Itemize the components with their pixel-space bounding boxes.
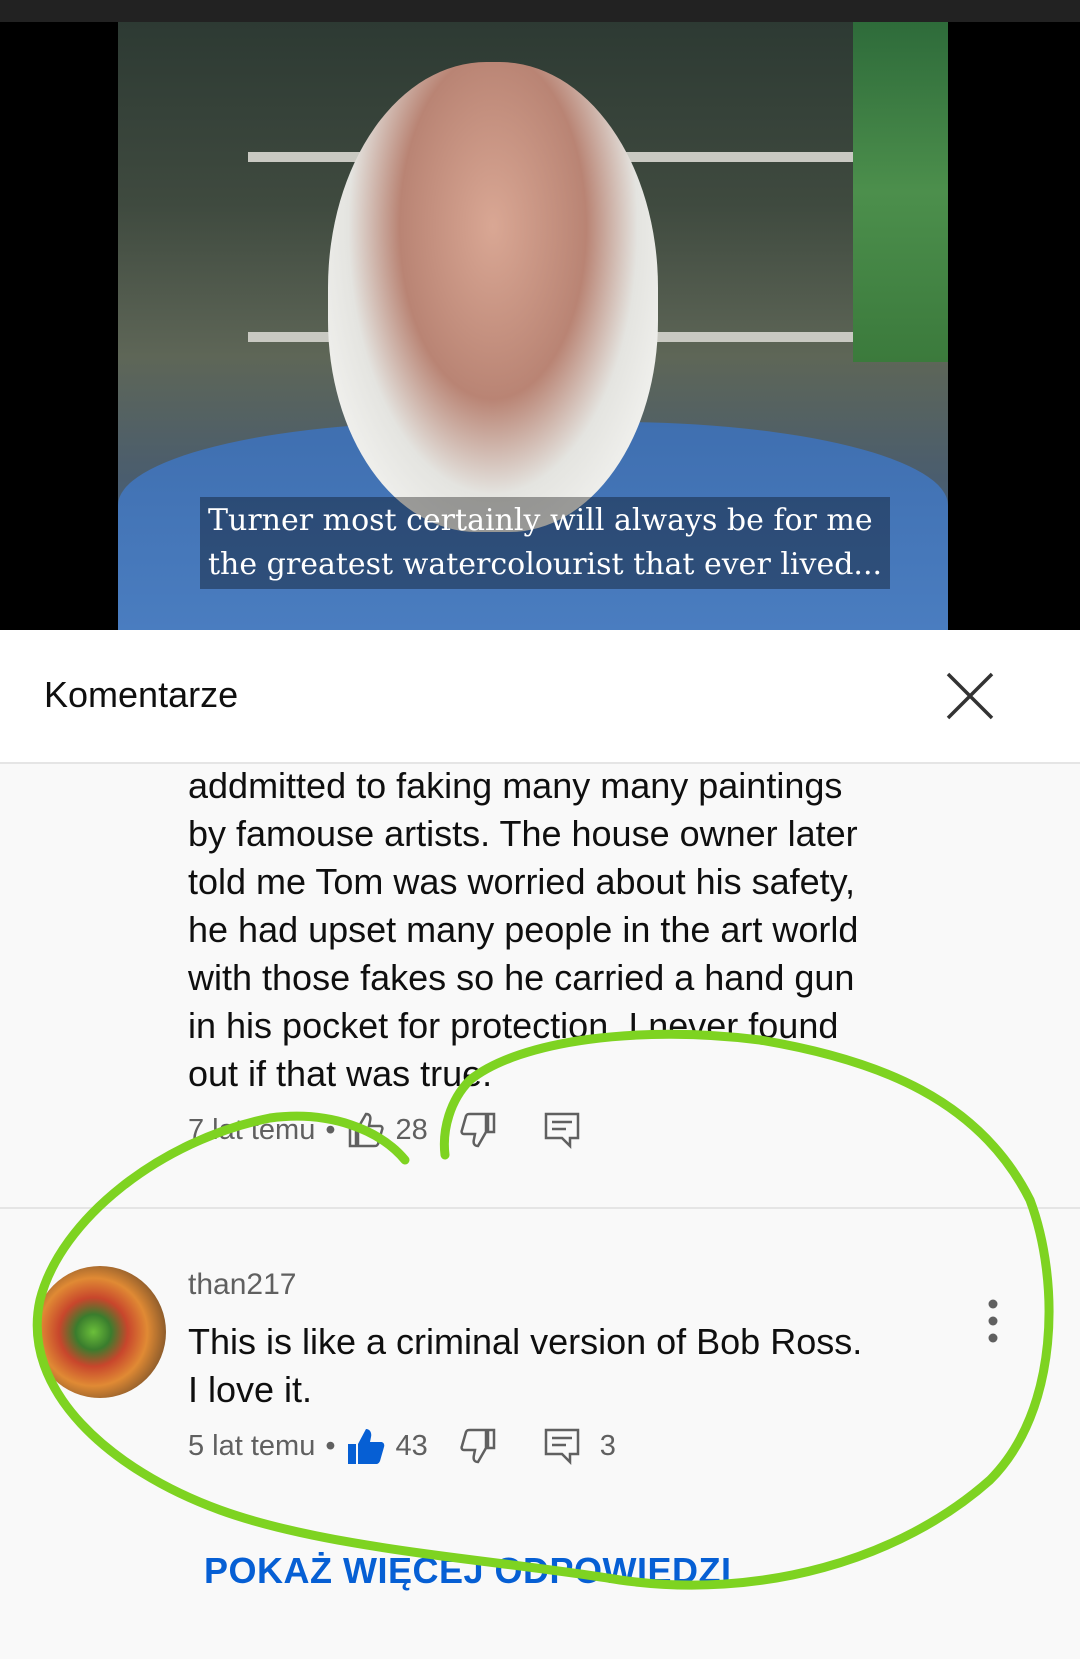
comment-line: out if that was true. (188, 1053, 493, 1094)
separator-dot: • (325, 1429, 336, 1462)
comment-time: 5 lat temu (188, 1429, 316, 1462)
person-head (328, 62, 658, 532)
like-count: 28 (395, 1113, 428, 1146)
comment-line: by famouse artists. The house owner late… (188, 813, 858, 854)
comment-line: he had upset many people in the art worl… (188, 909, 859, 950)
like-count: 43 (395, 1429, 428, 1462)
dislike-icon[interactable] (458, 1426, 498, 1466)
comment-line: addmitted to faking many many paintings (188, 765, 843, 806)
comments-header: Komentarze (0, 630, 1080, 764)
comment-divider (0, 1207, 1080, 1209)
comment-line: This is like a criminal version of Bob R… (188, 1321, 863, 1362)
show-more-replies-button[interactable]: POKAŻ WIĘCEJ ODPOWIEDZI (204, 1550, 732, 1592)
comment-line: with those fakes so he carried a hand gu… (188, 957, 855, 998)
reply-count: 3 (599, 1429, 616, 1462)
reply-icon[interactable] (542, 1110, 582, 1150)
subtitle-line: the greatest watercolourist that ever li… (208, 547, 883, 582)
comment-line: in his pocket for protection. I never fo… (188, 1005, 839, 1046)
more-options-icon[interactable] (978, 1296, 1008, 1346)
close-icon[interactable] (942, 668, 998, 724)
comment-author[interactable]: than217 (188, 1268, 296, 1302)
separator-dot: • (325, 1113, 336, 1146)
subtitle-line: Turner most certainly will always be for… (208, 503, 873, 538)
dislike-icon[interactable] (458, 1110, 498, 1150)
comment-text: addmitted to faking many many paintings … (188, 762, 858, 1098)
status-bar (0, 0, 1080, 22)
like-icon[interactable] (346, 1110, 386, 1150)
video-player[interactable]: Turner most certainly will always be for… (0, 22, 1080, 630)
window-view (853, 22, 948, 362)
reply-icon[interactable] (542, 1426, 582, 1466)
comment-text: This is like a criminal version of Bob R… (188, 1318, 862, 1414)
video-subtitle: Turner most certainly will always be for… (200, 497, 891, 589)
comment-actions: 5 lat temu • 43 3 (188, 1426, 616, 1466)
comment-line: I love it. (188, 1369, 313, 1410)
avatar[interactable] (34, 1266, 166, 1398)
like-icon-filled[interactable] (346, 1426, 386, 1466)
comment-time: 7 lat temu (188, 1113, 316, 1146)
comment-line: told me Tom was worried about his safety… (188, 861, 855, 902)
comment-actions: 7 lat temu • 28 (188, 1110, 582, 1150)
page-title: Komentarze (44, 674, 239, 715)
